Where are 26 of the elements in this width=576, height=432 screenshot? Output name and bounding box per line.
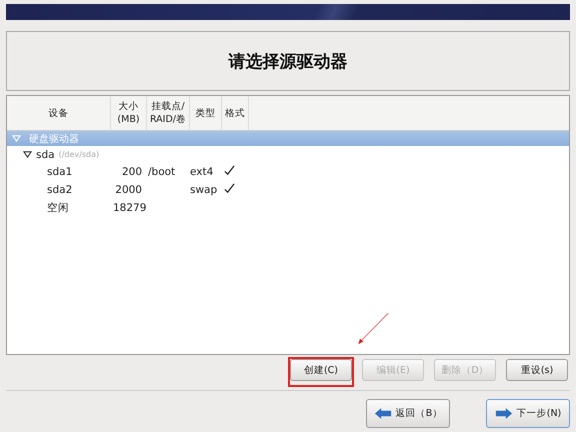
back-button[interactable]: 返回（B） — [366, 399, 450, 428]
left-arrow-icon — [374, 407, 392, 420]
next-button[interactable]: 下一步(N) — [486, 399, 570, 428]
table-cell: 18279 — [113, 202, 146, 214]
table-cell: 200 — [122, 166, 142, 178]
column-header[interactable]: 大小 (MB) — [111, 96, 147, 130]
table-cell: sda1 — [47, 166, 72, 178]
expander-icon[interactable] — [23, 150, 32, 159]
action-button[interactable]: 创建(C) — [290, 359, 352, 381]
tree-label: sda — [36, 148, 55, 160]
column-header[interactable]: 设备 — [7, 96, 111, 130]
page-title: 请选择源驱动器 — [228, 50, 348, 72]
tree-row[interactable]: sda (/dev/sda) — [7, 146, 569, 163]
column-header[interactable]: 格式 — [222, 96, 249, 130]
right-arrow-icon — [494, 407, 513, 420]
column-header[interactable]: 挂载点/ RAID/卷 — [147, 96, 190, 130]
table-cell: /boot — [148, 166, 176, 178]
table-cell: ext4 — [190, 166, 214, 178]
table-cell: 2000 — [115, 184, 142, 196]
column-header[interactable]: 类型 — [190, 96, 222, 130]
table-cell: 空闲 — [47, 202, 69, 214]
table-cell: sda2 — [47, 184, 72, 196]
table-cell: swap — [190, 184, 218, 196]
device-path: (/dev/sda) — [58, 150, 100, 159]
action-button[interactable]: 重设(s) — [506, 359, 568, 381]
tree-label: 硬盘驱动器 — [29, 132, 79, 146]
